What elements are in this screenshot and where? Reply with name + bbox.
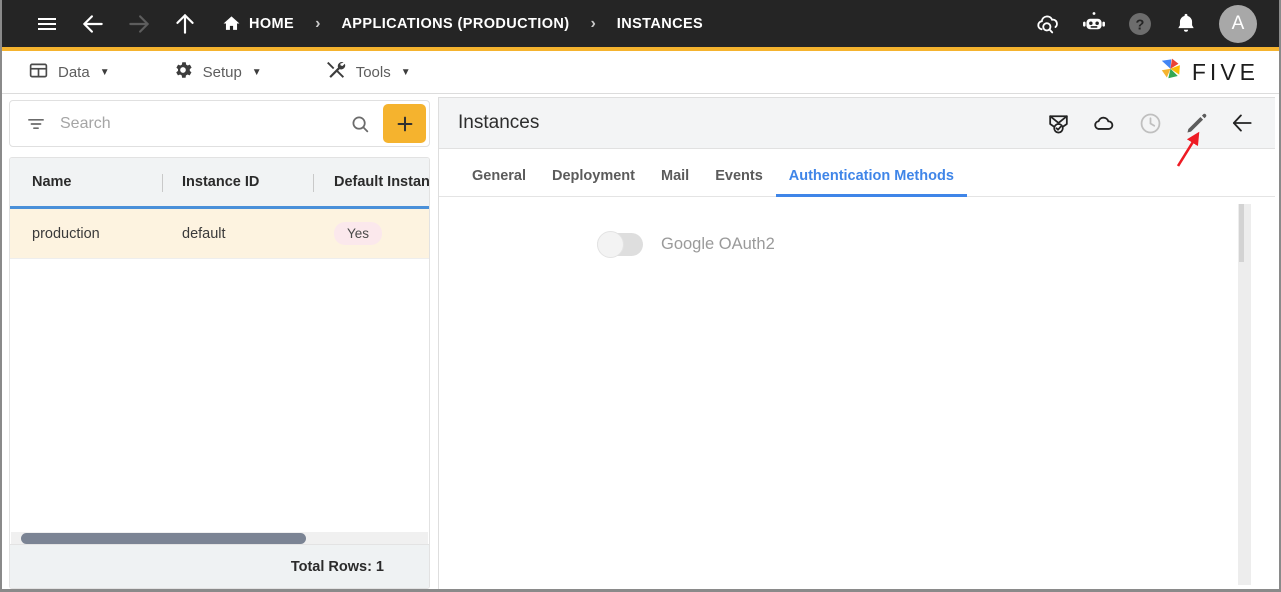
forward-icon[interactable] bbox=[116, 4, 162, 44]
back-icon[interactable] bbox=[70, 4, 116, 44]
google-oauth2-toggle[interactable] bbox=[597, 231, 643, 258]
breadcrumb-item-applications[interactable]: APPLICATIONS (PRODUCTION) bbox=[339, 16, 571, 32]
svg-text:?: ? bbox=[1136, 17, 1145, 33]
menu-item-tools[interactable]: Tools ▼ bbox=[316, 55, 419, 90]
column-header-instance-id[interactable]: Instance ID bbox=[182, 174, 259, 190]
column-header-name[interactable]: Name bbox=[32, 174, 72, 190]
column-divider-1[interactable] bbox=[162, 174, 163, 192]
brand-wordmark: FIVE bbox=[1191, 58, 1259, 85]
nav-button-group bbox=[2, 4, 208, 44]
table-icon bbox=[28, 60, 49, 85]
pinwheel-logo-icon bbox=[1156, 55, 1185, 89]
menu-item-data[interactable]: Data ▼ bbox=[20, 56, 118, 89]
tab-authentication-methods[interactable]: Authentication Methods bbox=[775, 168, 968, 197]
filter-icon[interactable] bbox=[26, 114, 46, 134]
detail-actions bbox=[1043, 108, 1275, 138]
breadcrumb: HOME › APPLICATIONS (PRODUCTION) › INSTA… bbox=[220, 14, 705, 33]
brand-logo: FIVE bbox=[1156, 55, 1259, 89]
vertical-scrollbar[interactable] bbox=[1238, 204, 1251, 585]
cloud-icon[interactable] bbox=[1089, 108, 1119, 138]
total-rows-label: Total Rows: 1 bbox=[290, 558, 384, 575]
menu-label-setup: Setup bbox=[202, 63, 242, 81]
menu-label-tools: Tools bbox=[355, 63, 391, 81]
avatar[interactable]: A bbox=[1219, 4, 1257, 43]
breadcrumb-label-instances: INSTANCES bbox=[616, 15, 704, 32]
up-icon[interactable] bbox=[162, 4, 208, 44]
search-input[interactable] bbox=[60, 114, 349, 133]
chevron-down-icon-2: ▼ bbox=[251, 66, 262, 78]
breadcrumb-separator: › bbox=[315, 14, 321, 32]
tab-mail[interactable]: Mail bbox=[648, 168, 702, 196]
cloud-search-icon[interactable] bbox=[1027, 3, 1069, 45]
arrow-left-icon[interactable] bbox=[1227, 108, 1257, 138]
tools-icon bbox=[324, 59, 347, 86]
column-divider-2[interactable] bbox=[313, 174, 314, 192]
breadcrumb-label-applications: APPLICATIONS (PRODUCTION) bbox=[341, 15, 570, 32]
table-row[interactable]: production default Yes bbox=[10, 209, 429, 259]
page-title: Instances bbox=[458, 112, 540, 133]
menu-icon[interactable] bbox=[24, 4, 70, 44]
tab-deployment[interactable]: Deployment bbox=[539, 168, 648, 196]
breadcrumb-item-instances[interactable]: INSTANCES bbox=[615, 16, 705, 32]
cell-instance-id: default bbox=[182, 225, 226, 242]
detail-panel: Instances General Deployment Mail Events… bbox=[438, 97, 1275, 589]
robot-icon[interactable] bbox=[1073, 3, 1115, 45]
menu-label-data: Data bbox=[58, 63, 90, 81]
cell-name: production bbox=[32, 225, 100, 242]
detail-header: Instances bbox=[439, 98, 1275, 149]
home-icon bbox=[222, 14, 241, 33]
application-window: HOME › APPLICATIONS (PRODUCTION) › INSTA… bbox=[0, 0, 1281, 592]
grid-footer: Total Rows: 1 bbox=[10, 544, 429, 588]
topbar-actions: ? A bbox=[1027, 3, 1279, 45]
column-header-default-instance[interactable]: Default Instance bbox=[334, 174, 429, 190]
breadcrumb-label-home: HOME bbox=[249, 15, 295, 32]
horizontal-scrollbar-thumb[interactable] bbox=[21, 533, 306, 544]
horizontal-scrollbar[interactable] bbox=[11, 532, 428, 544]
auth-method-label: Google OAuth2 bbox=[661, 235, 775, 253]
breadcrumb-separator-2: › bbox=[590, 14, 596, 32]
vertical-scrollbar-thumb[interactable] bbox=[1239, 204, 1244, 262]
toggle-knob bbox=[597, 231, 624, 258]
breadcrumb-item-home[interactable]: HOME bbox=[220, 14, 296, 33]
gear-icon bbox=[172, 59, 194, 85]
detail-body: Google OAuth2 bbox=[439, 197, 1275, 589]
left-list-panel: Name Instance ID Default Instance produc… bbox=[9, 100, 430, 589]
help-icon[interactable]: ? bbox=[1119, 3, 1161, 45]
tab-events[interactable]: Events bbox=[702, 168, 776, 196]
pencil-icon[interactable] bbox=[1181, 108, 1211, 138]
chevron-down-icon: ▼ bbox=[99, 66, 110, 78]
grid-empty-area bbox=[10, 259, 429, 565]
auth-method-row-google-oauth2: Google OAuth2 bbox=[439, 197, 1275, 258]
top-navigation-bar: HOME › APPLICATIONS (PRODUCTION) › INSTA… bbox=[2, 0, 1279, 51]
add-record-button[interactable] bbox=[383, 104, 426, 143]
clock-icon bbox=[1135, 108, 1165, 138]
grid-header-row: Name Instance ID Default Instance bbox=[10, 158, 429, 209]
chevron-down-icon-3: ▼ bbox=[400, 66, 411, 78]
envelope-check-icon[interactable] bbox=[1043, 108, 1073, 138]
menu-item-setup[interactable]: Setup ▼ bbox=[164, 55, 270, 89]
bell-icon[interactable] bbox=[1165, 3, 1207, 45]
search-bar bbox=[9, 100, 430, 147]
status-badge: Yes bbox=[334, 222, 383, 245]
menu-bar: Data ▼ Setup ▼ Tools ▼ FIVE bbox=[2, 51, 1279, 94]
search-icon[interactable] bbox=[349, 113, 371, 135]
tab-general[interactable]: General bbox=[459, 168, 539, 196]
detail-tabs: General Deployment Mail Events Authentic… bbox=[439, 149, 1275, 197]
instances-grid: Name Instance ID Default Instance produc… bbox=[9, 157, 430, 589]
